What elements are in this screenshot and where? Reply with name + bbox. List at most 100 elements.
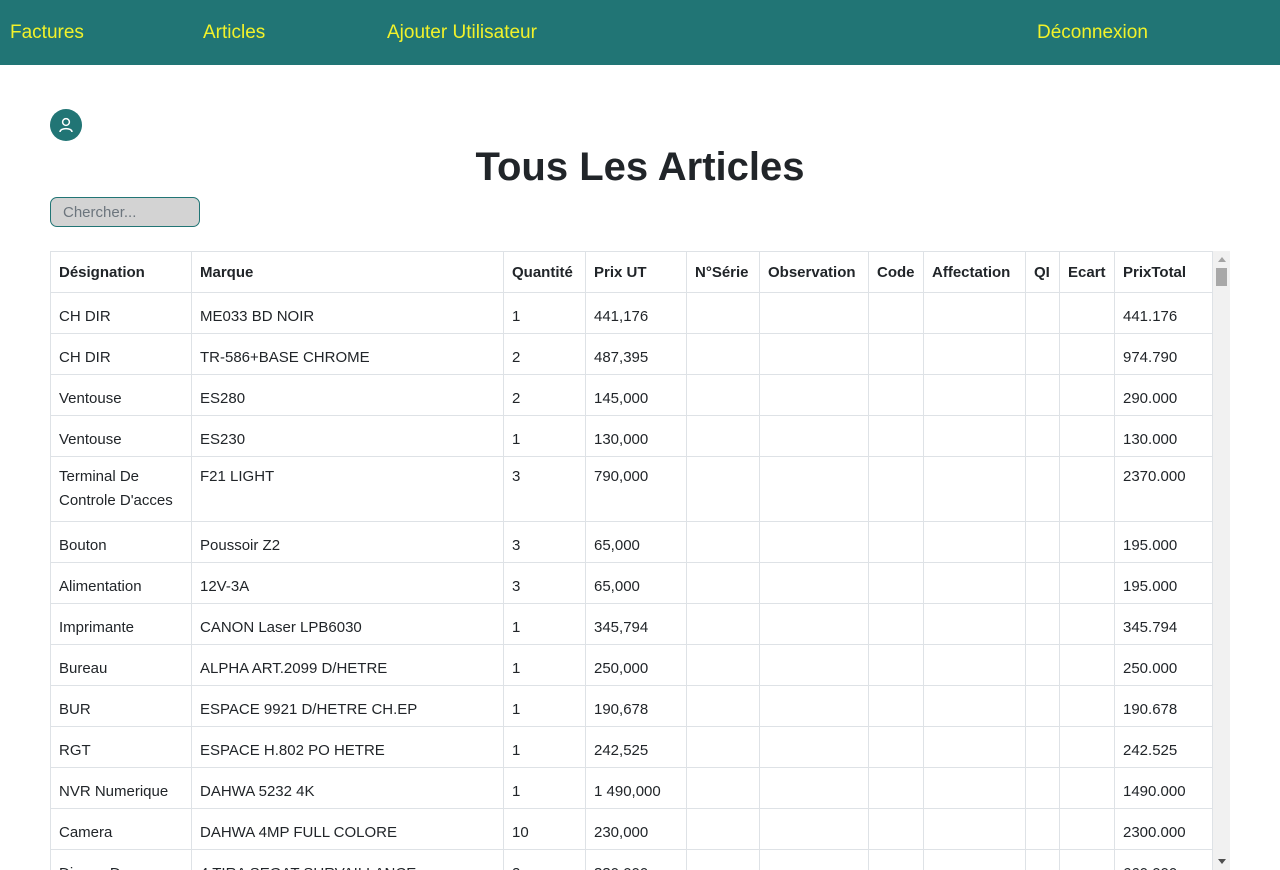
cell-code [868,333,924,375]
cell-designation: Bouton [50,521,192,563]
cell-ecart [1059,726,1115,768]
cell-observation [759,456,869,522]
cell-marque: ES230 [191,415,504,457]
table-row[interactable]: CH DIR ME033 BD NOIR 1 441,176 441.176 [50,292,1213,334]
cell-ecart [1059,808,1115,850]
cell-designation: Disque Dure [50,849,192,870]
cell-designation: NVR Numerique [50,767,192,809]
table-row[interactable]: Ventouse ES230 1 130,000 130.000 [50,415,1213,457]
cell-code [868,685,924,727]
cell-qi [1025,562,1060,604]
cell-ecart [1059,521,1115,563]
cell-quantite: 3 [503,456,586,522]
cell-n-serie [686,521,760,563]
table-row[interactable]: Ventouse ES280 2 145,000 290.000 [50,374,1213,416]
cell-observation [759,333,869,375]
scroll-up-arrow-icon[interactable] [1218,257,1226,262]
cell-marque: ESPACE H.802 PO HETRE [191,726,504,768]
cell-n-serie [686,644,760,686]
cell-ecart [1059,562,1115,604]
column-header-code: Code [868,251,924,293]
cell-affectation [923,292,1026,334]
cell-n-serie [686,562,760,604]
cell-observation [759,521,869,563]
cell-quantite: 2 [503,374,586,416]
cell-quantite: 1 [503,685,586,727]
cell-n-serie [686,767,760,809]
cell-prix-ut: 1 490,000 [585,767,687,809]
cell-marque: Poussoir Z2 [191,521,504,563]
cell-affectation [923,374,1026,416]
nav-link-add-user[interactable]: Ajouter Utilisateur [387,21,537,45]
cell-code [868,374,924,416]
cell-code [868,849,924,870]
cell-prix-ut: 441,176 [585,292,687,334]
cell-affectation [923,415,1026,457]
cell-quantite: 3 [503,521,586,563]
cell-marque: ALPHA ART.2099 D/HETRE [191,644,504,686]
cell-quantite: 1 [503,415,586,457]
cell-code [868,415,924,457]
cell-ecart [1059,767,1115,809]
table-row[interactable]: Camera DAHWA 4MP FULL COLORE 10 230,000 2300… [50,808,1213,850]
cell-marque: ME033 BD NOIR [191,292,504,334]
table-row[interactable]: RGT ESPACE H.802 PO HETRE 1 242,525 242.525 [50,726,1213,768]
cell-qi [1025,603,1060,645]
cell-marque: DAHWA 5232 4K [191,767,504,809]
column-header-ecart: Ecart [1059,251,1115,293]
cell-qi [1025,644,1060,686]
cell-ecart [1059,685,1115,727]
cell-quantite: 2 [503,333,586,375]
cell-marque: CANON Laser LPB6030 [191,603,504,645]
cell-designation: Imprimante [50,603,192,645]
table-row[interactable]: Bouton Poussoir Z2 3 65,000 195.000 [50,521,1213,563]
cell-prix-ut: 345,794 [585,603,687,645]
column-header-marque: Marque [191,251,504,293]
cell-qi [1025,415,1060,457]
cell-prix-total: 250.000 [1114,644,1213,686]
cell-prix-ut: 790,000 [585,456,687,522]
cell-observation [759,292,869,334]
table-row[interactable]: Imprimante CANON Laser LPB6030 1 345,794 345… [50,603,1213,645]
table-row[interactable]: BUR ESPACE 9921 D/HETRE CH.EP 1 190,678 190.… [50,685,1213,727]
cell-qi [1025,849,1060,870]
cell-prix-total: 2300.000 [1114,808,1213,850]
cell-prix-ut: 330,000 [585,849,687,870]
cell-n-serie [686,808,760,850]
scroll-thumb[interactable] [1216,268,1227,286]
cell-observation [759,374,869,416]
cell-ecart [1059,333,1115,375]
cell-prix-ut: 487,395 [585,333,687,375]
cell-n-serie [686,374,760,416]
cell-code [868,292,924,334]
table-row[interactable]: Alimentation 12V-3A 3 65,000 195.000 [50,562,1213,604]
table-row[interactable]: CH DIR TR-586+BASE CHROME 2 487,395 974.790 [50,333,1213,375]
nav-link-articles[interactable]: Articles [203,21,265,45]
table-header-row: Désignation Marque Quantité Prix UT N°Série O… [50,251,1213,293]
cell-quantite: 1 [503,603,586,645]
table-row[interactable]: Disque Dure4 TIRA SEGAT SURVAILLANCE2330… [50,849,1213,870]
table-scrollbar[interactable] [1213,251,1230,870]
cell-n-serie [686,415,760,457]
table-body: CH DIR ME033 BD NOIR 1 441,176 441.176 CH DIR… [50,292,1213,870]
cell-prix-total: 195.000 [1114,562,1213,604]
table-row[interactable]: Terminal De Controle D'acces F21 LIGHT 3 79… [50,456,1213,522]
scroll-down-arrow-icon[interactable] [1218,859,1226,864]
search-input[interactable] [50,197,200,227]
cell-designation: Terminal De Controle D'acces [50,456,192,522]
cell-quantite: 1 [503,726,586,768]
table-row[interactable]: NVR Numerique DAHWA 5232 4K 1 1 490,000 1490… [50,767,1213,809]
cell-prix-total: 660.000 [1114,849,1213,870]
cell-affectation [923,685,1026,727]
cell-marque: ES280 [191,374,504,416]
cell-prix-total: 242.525 [1114,726,1213,768]
user-avatar[interactable] [50,109,82,141]
table-row[interactable]: Bureau ALPHA ART.2099 D/HETRE 1 250,000 250.… [50,644,1213,686]
nav-link-logout[interactable]: Déconnexion [1037,21,1148,45]
cell-ecart [1059,644,1115,686]
cell-ecart [1059,415,1115,457]
cell-marque: ESPACE 9921 D/HETRE CH.EP [191,685,504,727]
cell-affectation [923,726,1026,768]
page-title: Tous Les Articles [475,145,805,189]
nav-link-factures[interactable]: Factures [10,21,84,45]
